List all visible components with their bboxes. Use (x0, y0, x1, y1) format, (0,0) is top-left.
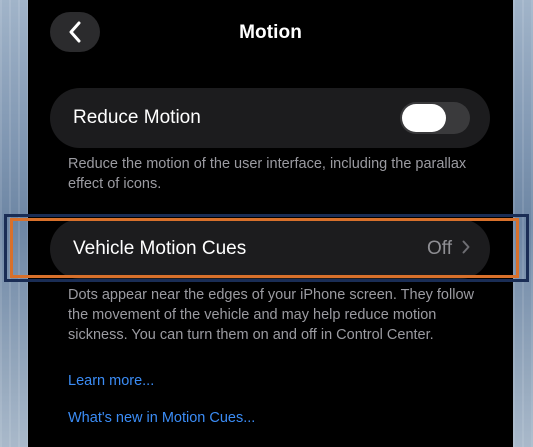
vehicle-motion-cues-row[interactable]: Vehicle Motion Cues Off (50, 219, 490, 279)
background-wallpaper-right (513, 0, 533, 447)
page-title: Motion (239, 22, 302, 43)
toggle-knob (402, 104, 446, 132)
motion-settings-screen: Motion Reduce Motion Reduce the motion o… (28, 0, 513, 447)
reduce-motion-row[interactable]: Reduce Motion (50, 88, 490, 148)
reduce-motion-toggle[interactable] (400, 102, 470, 134)
learn-more-link[interactable]: Learn more... (68, 373, 154, 389)
vehicle-motion-cues-label: Vehicle Motion Cues (73, 238, 247, 259)
vehicle-motion-cues-description: Dots appear near the edges of your iPhon… (68, 287, 474, 343)
vehicle-motion-cues-accessory: Off (427, 238, 470, 260)
reduce-motion-description: Reduce the motion of the user interface,… (68, 156, 467, 192)
reduce-motion-label: Reduce Motion (73, 107, 201, 128)
chevron-right-icon (462, 240, 470, 259)
background-wallpaper-left (0, 0, 28, 447)
vehicle-motion-cues-value: Off (427, 238, 452, 259)
whats-new-link[interactable]: What's new in Motion Cues... (68, 410, 255, 426)
